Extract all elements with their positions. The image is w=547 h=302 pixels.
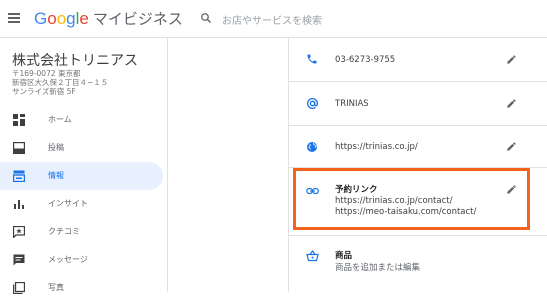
sidebar-item-label: ホーム [48,115,72,124]
sidebar-item-reviews[interactable]: クチコミ [0,218,163,246]
reviews-icon [13,226,25,238]
messages-icon [13,254,25,266]
sidebar-item-posts[interactable]: 投稿 [0,134,163,162]
address-line: サンライズ新宿 5F [12,87,76,96]
address-line: 〒169-0072 東京都 [12,69,81,78]
sidebar-item-label: 情報 [48,171,64,180]
edit-pencil-icon[interactable] [506,141,517,152]
search-icon [201,13,211,23]
sidebar-item-photos[interactable]: 写真 [0,274,163,302]
phone-icon [307,54,317,64]
phone-number: 03-6273-9755 [335,55,396,65]
globe-icon [307,142,317,152]
insights-icon [14,200,24,209]
home-grid-icon [13,114,25,126]
logo-suffix: マイビジネス [92,11,183,28]
sidebar-item-messages[interactable]: メッセージ [0,246,163,274]
sidebar-item-label: インサイト [48,199,88,208]
search-input[interactable]: お店やサービスを検索 [190,6,547,32]
highlight-box [293,168,530,230]
logo-letter: o [47,9,57,28]
sidebar: 株式会社トリニアス 〒169-0072 東京都 新宿区大久保２丁目４−１５ サン… [0,38,168,294]
info-store-icon [13,170,25,182]
menu-icon[interactable] [8,13,20,23]
photos-icon [13,282,25,294]
sidebar-item-info[interactable]: 情報 [0,162,163,190]
sidebar-item-label: 投稿 [48,143,64,152]
website-row[interactable]: https://trinias.co.jp/ [289,126,547,168]
sidebar-item-insights[interactable]: インサイト [0,190,163,218]
products-title: 商品 [335,251,353,261]
logo-letter: e [79,9,89,28]
top-bar: Google マイビジネス お店やサービスを検索 [0,0,547,38]
sidebar-item-label: メッセージ [48,255,88,264]
handle-row[interactable]: TRINIAS [289,82,547,126]
website-url: https://trinias.co.jp/ [335,142,418,152]
business-handle: TRINIAS [335,99,369,109]
phone-row[interactable]: 03-6273-9755 [289,38,547,82]
logo-letter: g [66,9,76,28]
logo-letter: G [34,9,48,28]
sidebar-item-home[interactable]: ホーム [0,106,163,134]
app-logo[interactable]: Google マイビジネス [34,8,183,29]
products-row[interactable]: 商品 商品を追加または編集 [289,236,547,292]
sidebar-item-label: 写真 [48,283,64,292]
products-subtitle: 商品を追加または編集 [335,263,421,273]
basket-icon [306,250,319,262]
edit-pencil-icon[interactable] [506,54,517,65]
search-placeholder: お店やサービスを検索 [222,16,322,27]
address-line: 新宿区大久保２丁目４−１５ [12,78,109,87]
info-panel: 03-6273-9755 TRINIAS https://trinias.co.… [288,38,547,292]
sidebar-item-label: クチコミ [48,227,80,236]
at-sign-icon [306,98,319,110]
logo-letter: o [56,9,67,28]
post-icon [13,142,25,154]
edit-pencil-icon[interactable] [506,98,517,109]
business-name: 株式会社トリニアス [12,53,138,69]
